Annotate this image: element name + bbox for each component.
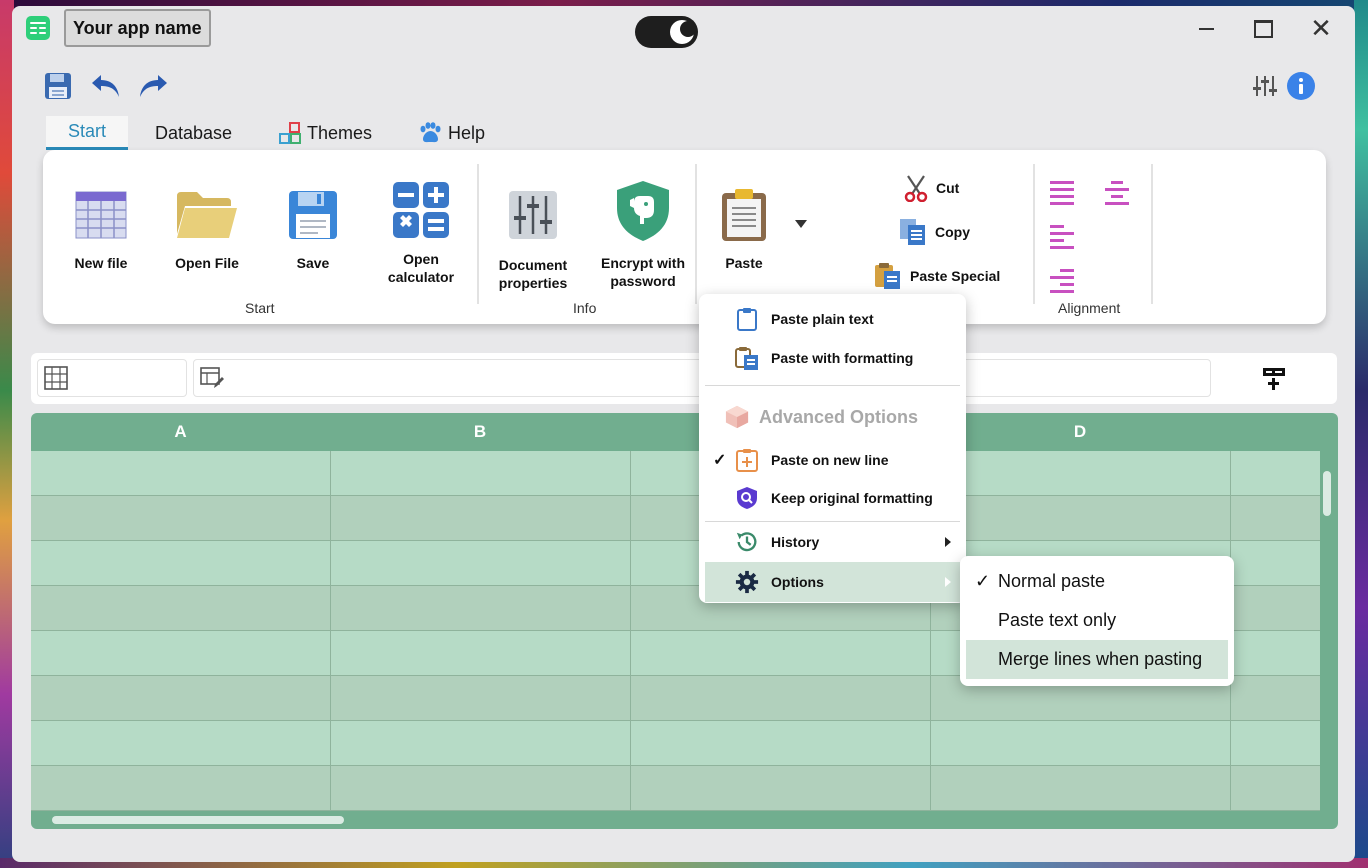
checkmark-icon: ✓	[975, 571, 991, 591]
settings-sliders-icon[interactable]	[1249, 70, 1281, 102]
history-icon	[735, 530, 759, 554]
paste-new-line-icon	[735, 448, 759, 472]
submenu-arrow-icon	[945, 577, 951, 587]
group-label-info: Info	[573, 300, 597, 316]
align-right-icon[interactable]	[1048, 266, 1076, 299]
column-divider	[630, 451, 631, 811]
save-icon	[289, 191, 337, 239]
app-name-button[interactable]: Your app name	[64, 9, 211, 47]
shapes-icon	[279, 122, 301, 144]
table-row[interactable]	[31, 451, 1320, 496]
paste-button[interactable]: Paste	[713, 186, 775, 272]
grid-icon	[44, 366, 68, 390]
app-window: Your app name ✕ Start Database Themes He…	[12, 6, 1355, 862]
shield-search-icon	[735, 486, 759, 510]
open-file-button[interactable]: Open File	[171, 180, 243, 272]
document-properties-button[interactable]: Document properties	[491, 180, 575, 292]
desktop-background-right	[1354, 0, 1368, 868]
ribbon-separator	[1151, 164, 1153, 304]
menu-separator	[705, 385, 960, 386]
folder-icon	[177, 192, 237, 238]
column-header-d[interactable]: D	[930, 413, 1230, 451]
clipboard-icon	[722, 189, 766, 241]
copy-button[interactable]: Copy	[899, 218, 970, 246]
gear-icon	[735, 570, 759, 594]
column-header-a[interactable]: A	[31, 413, 330, 451]
menu-item-paste-with-formatting[interactable]: Paste with formatting	[705, 339, 960, 377]
ribbon-separator	[477, 164, 479, 304]
shield-dog-icon	[617, 181, 669, 241]
redo-icon[interactable]	[137, 70, 169, 102]
tab-database[interactable]: Database	[155, 116, 232, 150]
align-left-icon[interactable]	[1048, 222, 1076, 255]
ribbon-separator	[1033, 164, 1035, 304]
column-header-b[interactable]: B	[330, 413, 630, 451]
cube-icon	[725, 405, 749, 429]
align-justify-icon[interactable]	[1048, 178, 1076, 211]
clipboard-blue-icon	[735, 307, 759, 331]
paw-icon	[420, 122, 441, 143]
table-icon	[75, 191, 127, 239]
paste-dropdown-menu: Paste plain text Paste with formatting A…	[699, 294, 966, 603]
vertical-scrollbar[interactable]	[1323, 471, 1331, 516]
close-button[interactable]: ✕	[1303, 14, 1339, 44]
app-logo-icon	[26, 16, 50, 40]
cell-reference-box[interactable]	[37, 359, 187, 397]
tab-help[interactable]: Help	[418, 116, 485, 150]
ribbon-panel: New file Open File Save Open calculator …	[43, 150, 1326, 324]
info-icon[interactable]	[1285, 70, 1317, 102]
group-label-alignment: Alignment	[1058, 300, 1121, 316]
submenu-item-merge-lines-when-pasting[interactable]: Merge lines when pasting	[966, 640, 1228, 679]
edit-table-icon	[200, 367, 224, 388]
submenu-item-paste-text-only[interactable]: Paste text only	[966, 601, 1228, 640]
sliders-icon	[509, 191, 557, 239]
moon-icon	[670, 20, 696, 44]
cut-button[interactable]: Cut	[904, 174, 959, 202]
maximize-button[interactable]	[1245, 14, 1281, 44]
open-calculator-button[interactable]: Open calculator	[381, 178, 461, 286]
menu-separator	[705, 521, 960, 522]
menu-header-advanced-options: Advanced Options	[705, 397, 960, 437]
options-submenu: ✓ Normal paste Paste text only Merge lin…	[960, 556, 1234, 686]
new-file-button[interactable]: New file	[65, 180, 137, 272]
table-row[interactable]	[31, 721, 1320, 766]
paste-dropdown-arrow-icon[interactable]	[795, 220, 807, 228]
horizontal-scrollbar[interactable]	[52, 816, 344, 824]
minimize-button[interactable]	[1188, 14, 1224, 44]
group-label-start: Start	[245, 300, 275, 316]
menu-item-history[interactable]: History	[705, 523, 960, 561]
save-button[interactable]: Save	[277, 180, 349, 272]
undo-icon[interactable]	[90, 70, 122, 102]
tab-themes[interactable]: Themes	[279, 116, 372, 150]
submenu-arrow-icon	[945, 537, 951, 547]
table-row[interactable]	[31, 766, 1320, 811]
dark-mode-toggle[interactable]	[635, 16, 698, 48]
menu-item-options[interactable]: Options	[705, 562, 960, 602]
menu-item-paste-on-new-line[interactable]: ✓ Paste on new line	[705, 441, 960, 479]
tab-start[interactable]: Start	[46, 116, 129, 150]
menu-item-paste-plain-text[interactable]: Paste plain text	[705, 300, 960, 338]
checkmark-icon: ✓	[713, 452, 727, 469]
paste-special-button[interactable]: Paste Special	[874, 262, 1000, 290]
ribbon-separator	[695, 164, 697, 304]
calculator-icon	[393, 182, 449, 238]
copy-icon	[900, 219, 925, 245]
paste-format-icon	[735, 346, 759, 370]
insert-column-icon[interactable]	[1261, 365, 1287, 396]
encrypt-with-password-button[interactable]: Encrypt with password	[593, 176, 693, 290]
submenu-item-normal-paste[interactable]: ✓ Normal paste	[966, 562, 1228, 601]
table-row[interactable]	[31, 496, 1320, 541]
column-divider	[330, 451, 331, 811]
formula-bar	[31, 353, 1337, 404]
scissors-icon	[904, 175, 928, 202]
align-center-icon[interactable]	[1103, 178, 1131, 211]
quick-save-icon[interactable]	[42, 70, 74, 102]
paste-special-icon	[875, 263, 900, 289]
menu-item-keep-original-formatting[interactable]: Keep original formatting	[705, 479, 960, 517]
